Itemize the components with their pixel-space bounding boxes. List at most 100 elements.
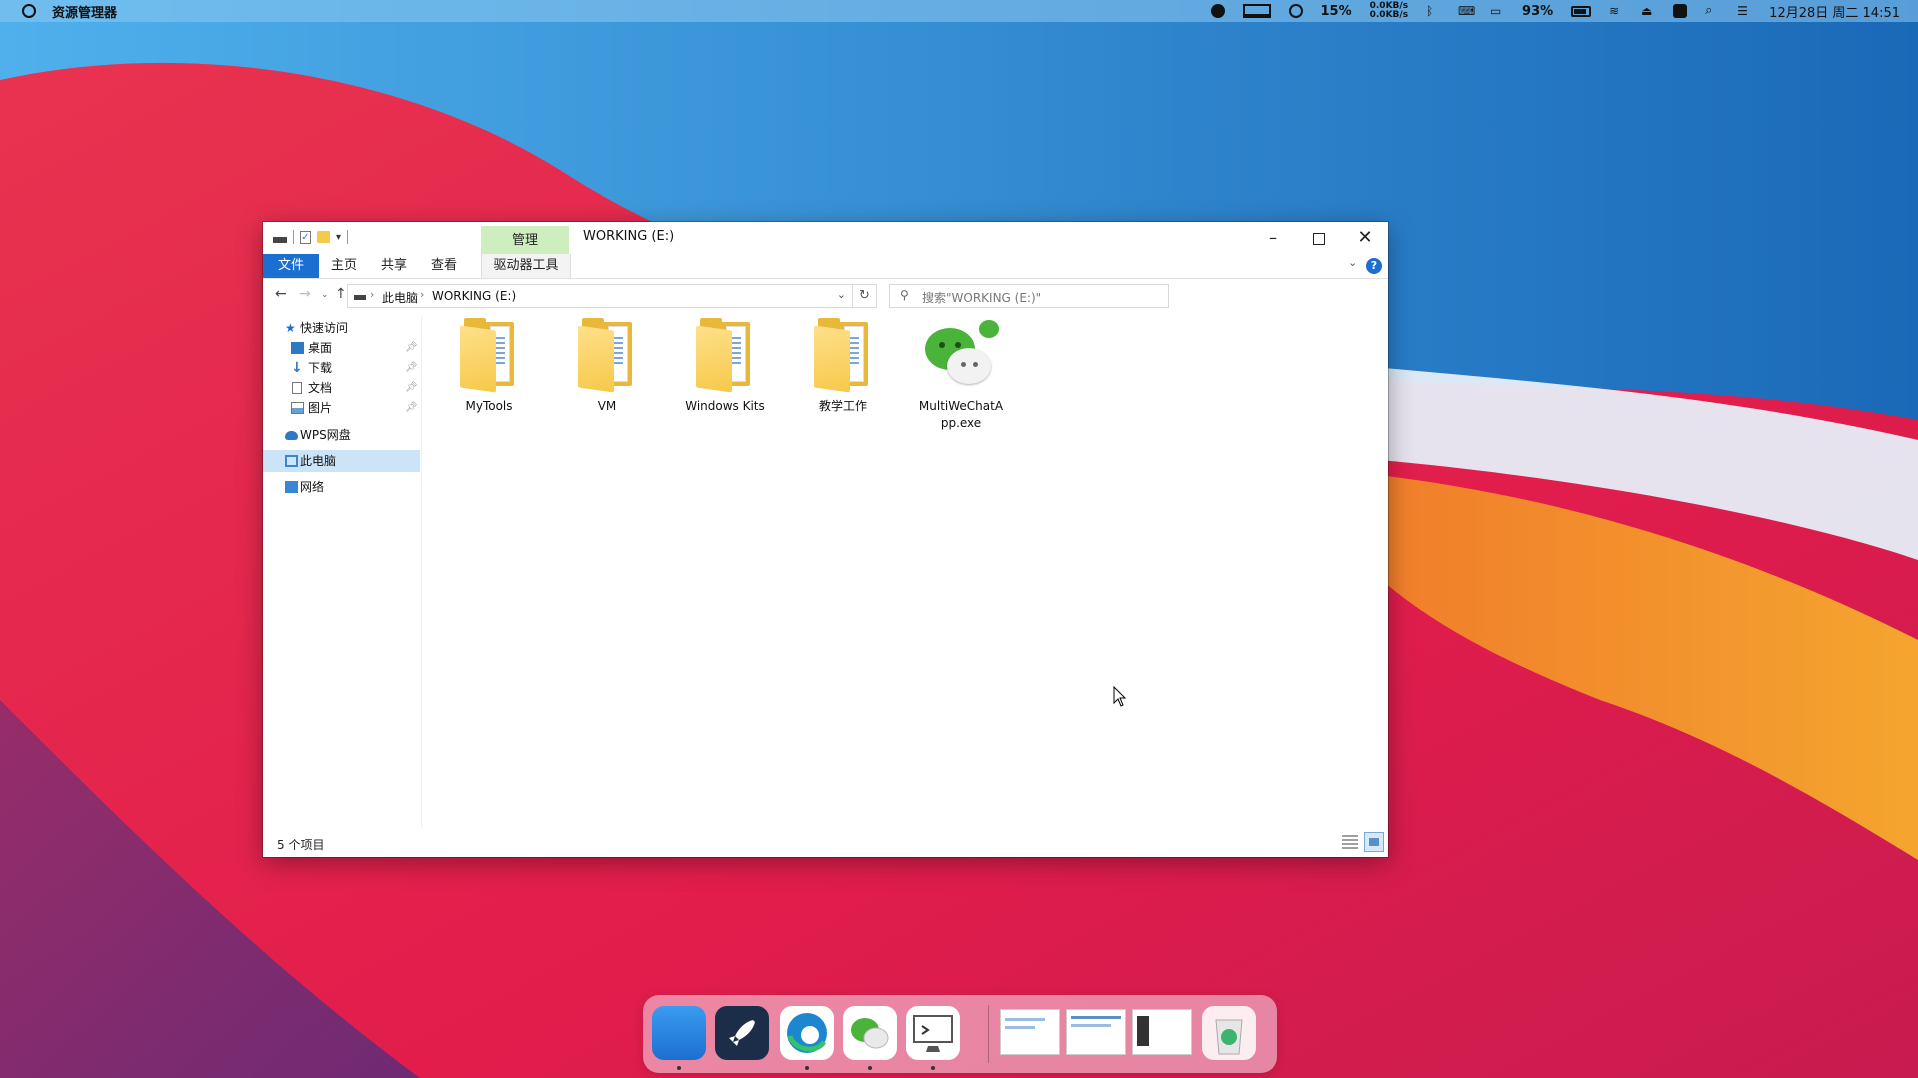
folder-item[interactable]: MyTools [444,318,534,415]
pin-icon[interactable]: 📌︎ [405,357,418,379]
minimized-window-thumbnail[interactable] [1132,1009,1192,1055]
folder-item[interactable]: VM [562,318,652,415]
breadcrumb-current[interactable]: WORKING (E:) [432,289,516,303]
details-view-icon[interactable] [1342,835,1358,849]
breadcrumb-this-pc[interactable]: 此电脑 [382,289,418,306]
tab-manage[interactable]: 管理 [481,226,569,254]
network-speed[interactable]: 0.0KB/s 0.0KB/s [1370,2,1408,20]
status-area: 15% 0.0KB/s 0.0KB/s ᛒ ⌨ ▭ 93% ≋ ⏏ ⌕ ☰ 12… [1210,0,1900,22]
battery-percent[interactable]: 93% [1522,4,1553,19]
user-icon[interactable] [1210,4,1225,18]
battery-icon[interactable] [1571,5,1592,17]
tab-home[interactable]: 主页 [319,254,369,278]
large-icons-view-icon[interactable] [1364,832,1384,852]
item-count: 5 个项目 [277,838,325,852]
sidebar-item-label: 图片 [308,401,333,415]
mouse-cursor-icon [1113,686,1127,707]
active-app-name[interactable]: 资源管理器 [52,2,117,21]
remote-desktop-icon[interactable] [906,1006,960,1060]
keyboard-icon[interactable]: ⌨ [1458,4,1475,18]
new-folder-icon[interactable] [317,231,330,243]
maximize-button[interactable] [1296,222,1342,254]
sidebar-item-this-pc[interactable]: 此电脑 [263,450,420,472]
running-indicator [931,1066,935,1070]
drive-icon [273,237,287,243]
launchpad-rocket-icon[interactable] [715,1006,769,1060]
search-icon[interactable]: ⌕ [1705,4,1719,18]
k-app-icon[interactable] [1673,4,1688,18]
sidebar-item-label: 桌面 [308,341,333,355]
tab-file[interactable]: 文件 [263,254,319,278]
maximize-icon [1313,233,1325,245]
cloud-icon [285,431,298,440]
net-download: 0.0KB/s [1369,10,1409,20]
star-icon: ★ [285,321,296,335]
sidebar-item-documents[interactable]: 文档 📌︎ [263,377,420,399]
sidebar-item-pictures[interactable]: 图片 📌︎ [263,397,420,419]
address-history-icon[interactable]: ⌄ [837,288,846,301]
sidebar-item-network[interactable]: 网络 [263,476,420,498]
finder-icon[interactable] [652,1006,706,1060]
bluetooth-icon[interactable]: ᛒ [1426,4,1440,18]
window-title: WORKING (E:) [583,229,675,244]
customize-toolbar-icon[interactable]: ▾ [336,232,341,243]
title-bar[interactable]: ✓ ▾ 管理 WORKING (E:) – ✕ [263,222,1388,254]
computer-icon [285,455,298,467]
wechat-dock-icon[interactable] [843,1006,897,1060]
launcher-icon[interactable] [22,4,36,18]
file-item[interactable]: MultiWeChatApp.exe [916,320,1006,432]
recycle-bin-icon[interactable] [1202,1006,1256,1060]
sidebar-item-downloads[interactable]: ↓ 下载 📌︎ [263,357,420,379]
file-list: MyTools VM Windows Kits 教学工作 MultiWeChat… [421,317,1388,827]
eject-icon[interactable]: ⏏ [1641,4,1655,18]
search-input[interactable]: ⚲ 搜索"WORKING (E:)" [889,284,1169,308]
sidebar-item-quick-access[interactable]: ★ 快速访问 [263,317,420,339]
cpu-usage[interactable]: 15% [1321,4,1352,19]
sidebar-item-desktop[interactable]: 桌面 📌︎ [263,337,420,359]
folder-icon [814,318,872,393]
wifi-off-icon[interactable]: ≋ [1609,4,1623,18]
edge-browser-icon[interactable] [780,1006,834,1060]
minimized-window-thumbnail[interactable] [1066,1009,1126,1055]
ribbon-tabs: 文件 主页 共享 查看 驱动器工具 ⌄ ? [263,254,1388,279]
item-name: MultiWeChatApp.exe [918,399,1004,430]
tab-drive-tools[interactable]: 驱动器工具 [481,254,571,278]
clock[interactable]: 12月28日 周二 14:51 [1769,2,1900,21]
search-icon: ⚲ [900,288,909,302]
refresh-button[interactable]: ↻ [853,284,877,308]
timer-icon[interactable] [1288,4,1303,18]
breadcrumb-chevron-icon[interactable]: › [420,288,424,301]
desktop-icon [291,342,304,354]
breadcrumb-chevron-icon[interactable]: › [370,288,374,301]
folder-item[interactable]: 教学工作 [798,318,888,415]
forward-arrow-icon[interactable]: → [299,286,311,302]
properties-icon[interactable]: ✓ [300,230,311,244]
help-icon[interactable]: ? [1366,258,1382,274]
pin-icon[interactable]: 📌︎ [405,397,418,419]
minimize-button[interactable]: – [1250,222,1296,254]
recent-locations-icon[interactable]: ⌄ [321,290,329,300]
close-button[interactable]: ✕ [1342,222,1388,254]
folder-icon [578,318,636,393]
file-explorer-window: ✓ ▾ 管理 WORKING (E:) – ✕ 文件 主页 共享 查看 驱动器工… [263,222,1388,857]
tab-share[interactable]: 共享 [369,254,419,278]
minimized-window-thumbnail[interactable] [1000,1009,1060,1055]
sidebar-item-label: WPS网盘 [300,428,351,442]
display-icon[interactable] [1242,4,1271,18]
up-arrow-icon[interactable]: ↑ [335,286,347,302]
expand-ribbon-icon[interactable]: ⌄ [1348,256,1357,269]
monitor-icon[interactable]: ▭ [1490,4,1504,18]
control-center-icon[interactable]: ☰ [1737,4,1751,18]
pin-icon[interactable]: 📌︎ [405,377,418,399]
top-menu-bar: 资源管理器 15% 0.0KB/s 0.0KB/s ᛒ ⌨ ▭ 93% ≋ ⏏ … [0,0,1918,22]
dock [643,995,1277,1073]
pin-icon[interactable]: 📌︎ [405,337,418,359]
address-bar[interactable]: › 此电脑 › WORKING (E:) ⌄ [347,284,853,308]
sidebar-item-wps[interactable]: WPS网盘 [263,424,420,446]
sidebar-item-label: 此电脑 [300,454,337,468]
tab-view[interactable]: 查看 [419,254,469,278]
folder-item[interactable]: Windows Kits [680,318,770,415]
running-indicator [868,1066,872,1070]
search-placeholder: 搜索"WORKING (E:)" [922,291,1042,305]
back-arrow-icon[interactable]: ← [275,286,287,302]
